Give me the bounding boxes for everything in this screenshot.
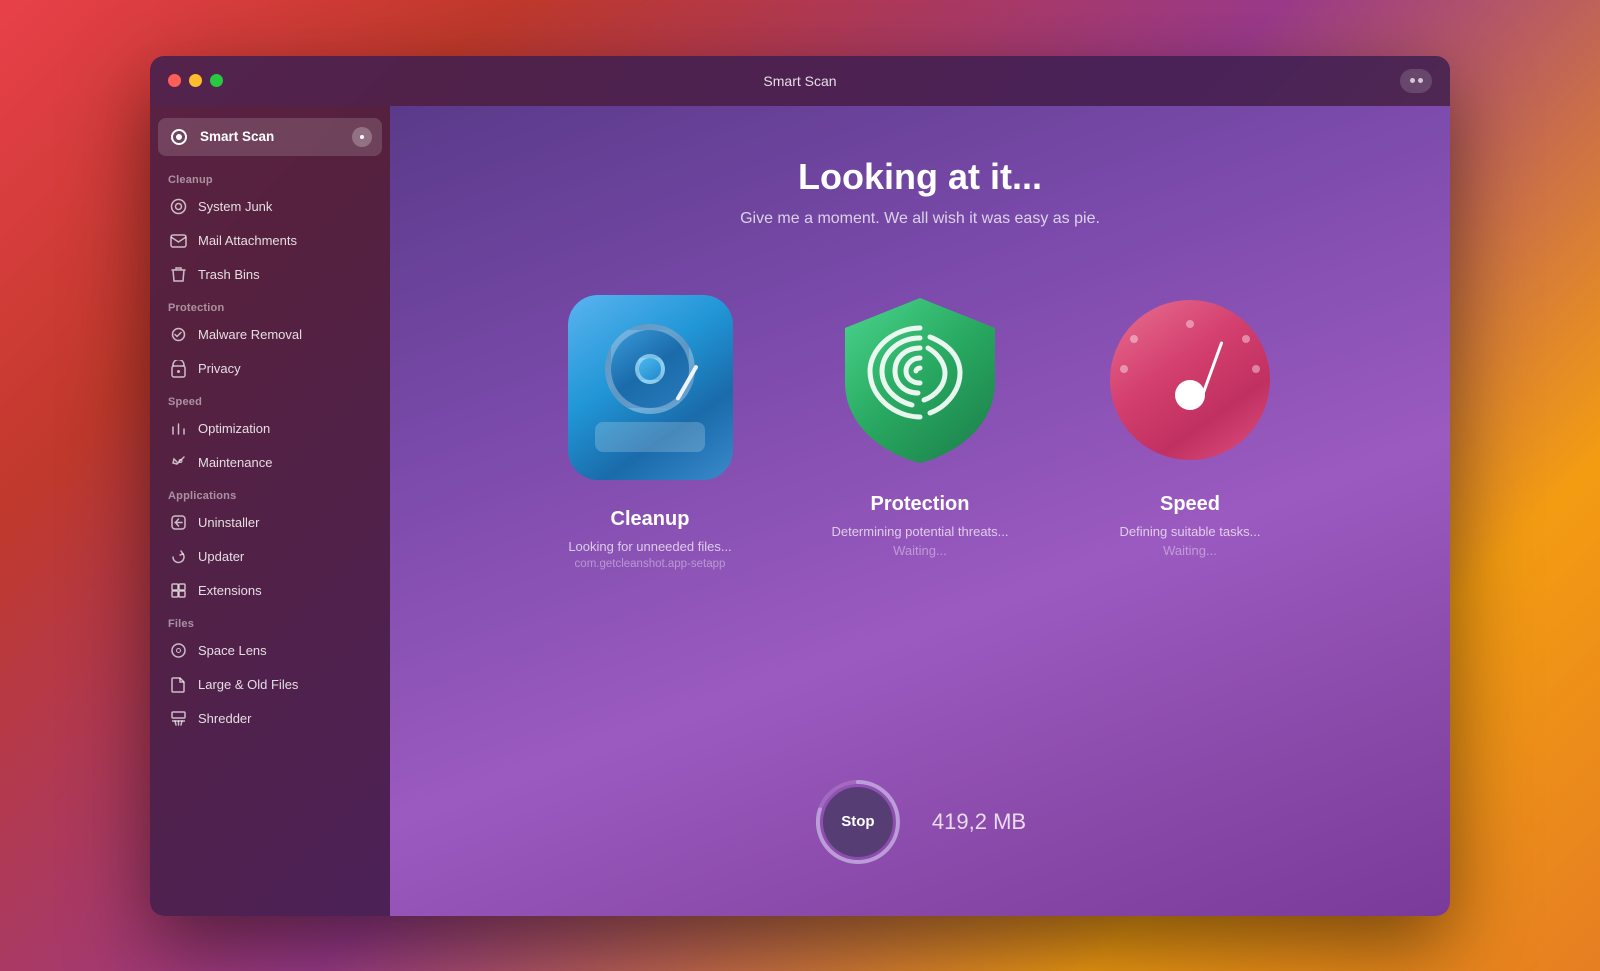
sidebar-item-large-old-files[interactable]: Large & Old Files [150, 668, 390, 702]
sidebar-item-updater[interactable]: Updater [150, 540, 390, 574]
sidebar: Smart Scan Cleanup System Junk [150, 106, 390, 916]
active-item-badge [352, 127, 372, 147]
speed-card: Speed Defining suitable tasks... Waiting… [1075, 288, 1305, 558]
speed-card-waiting: Waiting... [1163, 543, 1217, 558]
bottom-action-area: Stop 419,2 MB [814, 778, 1026, 866]
protection-card-waiting: Waiting... [893, 543, 947, 558]
sidebar-item-trash-bins[interactable]: Trash Bins [150, 258, 390, 292]
sidebar-item-mail-attachments[interactable]: Mail Attachments [150, 224, 390, 258]
sidebar-item-space-lens[interactable]: Space Lens [150, 634, 390, 668]
window-title: Smart Scan [763, 73, 836, 89]
size-display: 419,2 MB [932, 809, 1026, 835]
malware-icon [168, 325, 188, 345]
junk-icon [168, 197, 188, 217]
maintenance-label: Maintenance [198, 455, 272, 470]
cleanup-card-title: Cleanup [611, 508, 690, 531]
minimize-button[interactable] [189, 74, 202, 87]
sidebar-item-maintenance[interactable]: Maintenance [150, 446, 390, 480]
speed-card-status: Defining suitable tasks... [1120, 524, 1261, 539]
sidebar-item-extensions[interactable]: Extensions [150, 574, 390, 608]
sidebar-item-uninstaller[interactable]: Uninstaller [150, 506, 390, 540]
malware-removal-label: Malware Removal [198, 327, 302, 342]
scan-cards-row: Cleanup Looking for unneeded files... co… [535, 288, 1305, 570]
disk-base [595, 422, 705, 452]
mail-icon [168, 231, 188, 251]
cleanup-card: Cleanup Looking for unneeded files... co… [535, 288, 765, 570]
stop-button-wrap: Stop [814, 778, 902, 866]
section-cleanup: Cleanup [150, 164, 390, 190]
main-content: Looking at it... Give me a moment. We al… [390, 106, 1450, 916]
privacy-label: Privacy [198, 361, 241, 376]
sidebar-item-smart-scan[interactable]: Smart Scan [158, 118, 382, 156]
shield-icon [840, 293, 1000, 468]
cleanup-disk-icon [568, 295, 733, 480]
maximize-button[interactable] [210, 74, 223, 87]
sidebar-item-shredder[interactable]: Shredder [150, 702, 390, 736]
speed-icon-container [1108, 288, 1273, 473]
sidebar-item-malware-removal[interactable]: Malware Removal [150, 318, 390, 352]
more-options[interactable] [1400, 69, 1432, 93]
trash-bins-label: Trash Bins [198, 267, 260, 282]
large-old-files-label: Large & Old Files [198, 677, 298, 692]
main-subtitle: Give me a moment. We all wish it was eas… [740, 210, 1100, 228]
sidebar-item-optimization[interactable]: Optimization [150, 412, 390, 446]
cleanup-card-status: Looking for unneeded files... [568, 539, 731, 554]
updater-label: Updater [198, 549, 244, 564]
system-junk-label: System Junk [198, 199, 272, 214]
section-files: Files [150, 608, 390, 634]
scan-icon [168, 126, 190, 148]
updater-icon [168, 547, 188, 567]
titlebar: Smart Scan [150, 56, 1450, 106]
optimization-icon [168, 419, 188, 439]
main-title: Looking at it... [798, 156, 1042, 198]
extensions-label: Extensions [198, 583, 262, 598]
files-icon [168, 675, 188, 695]
space-icon [168, 641, 188, 661]
mail-attachments-label: Mail Attachments [198, 233, 297, 248]
maintenance-icon [168, 453, 188, 473]
cleanup-icon-container [560, 288, 740, 488]
extensions-icon [168, 581, 188, 601]
speed-card-title: Speed [1160, 493, 1220, 516]
privacy-icon [168, 359, 188, 379]
protection-icon-container [838, 288, 1003, 473]
sidebar-item-system-junk[interactable]: System Junk [150, 190, 390, 224]
app-window: Smart Scan Smart Scan [150, 56, 1450, 916]
gauge-circle [1110, 300, 1270, 460]
shredder-label: Shredder [198, 711, 251, 726]
close-button[interactable] [168, 74, 181, 87]
disk-needle [675, 364, 698, 401]
protection-card-status: Determining potential threats... [831, 524, 1008, 539]
sidebar-item-privacy[interactable]: Privacy [150, 352, 390, 386]
content-area: Smart Scan Cleanup System Junk [150, 106, 1450, 916]
trash-icon [168, 265, 188, 285]
uninstaller-icon [168, 513, 188, 533]
uninstaller-label: Uninstaller [198, 515, 259, 530]
stop-button[interactable]: Stop [823, 787, 893, 857]
disk-circle [605, 324, 695, 414]
optimization-label: Optimization [198, 421, 270, 436]
disk-inner [635, 354, 665, 384]
protection-card-title: Protection [871, 493, 970, 516]
section-speed: Speed [150, 386, 390, 412]
gauge-center-dot [1175, 380, 1205, 410]
space-lens-label: Space Lens [198, 643, 267, 658]
active-item-label: Smart Scan [200, 129, 342, 144]
shredder-icon [168, 709, 188, 729]
section-applications: Applications [150, 480, 390, 506]
protection-card: Protection Determining potential threats… [805, 288, 1035, 558]
section-protection: Protection [150, 292, 390, 318]
traffic-lights [168, 74, 223, 87]
cleanup-card-file: com.getcleanshot.app-setapp [575, 558, 726, 570]
